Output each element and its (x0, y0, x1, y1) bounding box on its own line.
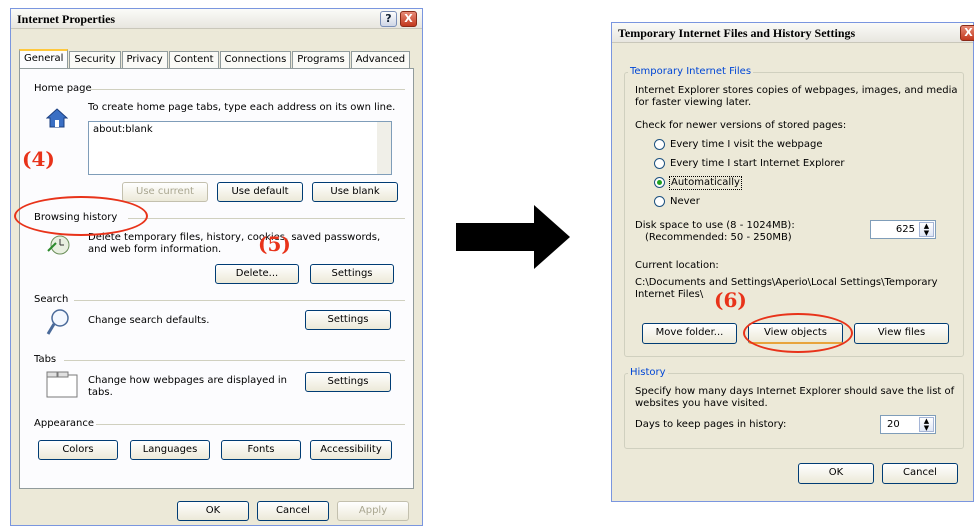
annotation-4: (4) (22, 147, 55, 171)
colors-button[interactable]: Colors (38, 440, 118, 460)
languages-button[interactable]: Languages (130, 440, 210, 460)
annotation-6: (6) (714, 288, 747, 312)
history-icon (46, 233, 70, 257)
house-icon (45, 107, 69, 129)
history-settings-button[interactable]: Settings (310, 264, 394, 284)
history-legend: History (628, 367, 668, 378)
disk-space-value: 625 (895, 224, 915, 235)
divider (128, 218, 405, 219)
radio-every-visit-label[interactable]: Every time I visit the webpage (670, 139, 823, 151)
textarea-scrollbar[interactable] (377, 122, 391, 174)
home-page-desc: To create home page tabs, type each addr… (88, 102, 396, 113)
tabs-settings-button[interactable]: Settings (305, 372, 391, 392)
home-page-input[interactable]: about:blank (88, 121, 392, 175)
radio-every-start[interactable] (654, 158, 665, 169)
browsing-history-highlight (14, 196, 148, 236)
tab-programs[interactable]: Programs (292, 51, 350, 68)
view-objects-highlight (743, 313, 853, 353)
use-current-button[interactable]: Use current (122, 182, 208, 202)
days-label: Days to keep pages in history: (635, 419, 787, 430)
radio-never[interactable] (654, 196, 665, 207)
window-title: Temporary Internet Files and History Set… (612, 23, 973, 43)
tabs-heading: Tabs (34, 354, 57, 365)
radio-never-label[interactable]: Never (670, 196, 700, 208)
appearance-heading: Appearance (34, 418, 95, 429)
browsing-history-desc: Delete temporary files, history, cookies… (88, 232, 381, 255)
general-panel: Home page To create home page tabs, type… (19, 68, 414, 489)
days-spinner[interactable]: 20 ▲ ▼ (880, 415, 936, 434)
home-page-value: about:blank (93, 124, 153, 135)
move-folder-button[interactable]: Move folder... (642, 323, 737, 344)
radio-automatically[interactable] (654, 177, 665, 188)
disk-space-label: Disk space to use (8 - 1024MB): (635, 220, 795, 231)
search-desc: Change search defaults. (88, 315, 210, 326)
window-title-text: Temporary Internet Files and History Set… (618, 26, 856, 40)
ok-button[interactable]: OK (798, 463, 874, 484)
tab-advanced[interactable]: Advanced (350, 51, 411, 68)
search-icon (46, 307, 72, 337)
tab-general[interactable]: General (19, 49, 69, 68)
search-settings-button[interactable]: Settings (305, 310, 391, 330)
fonts-button[interactable]: Fonts (221, 440, 301, 460)
divider (64, 360, 405, 361)
help-button[interactable]: ? (380, 11, 397, 27)
search-heading: Search (34, 294, 69, 305)
annotation-5: (5) (258, 232, 291, 256)
tab-connections[interactable]: Connections (219, 51, 292, 68)
tab-content[interactable]: Content (168, 51, 219, 68)
disk-space-recommended: (Recommended: 50 - 250MB) (645, 232, 792, 243)
tab-strip: General Security Privacy Content Connect… (19, 49, 411, 68)
accessibility-button[interactable]: Accessibility (310, 440, 392, 460)
view-files-button[interactable]: View files (854, 323, 949, 344)
cancel-button[interactable]: Cancel (882, 463, 958, 484)
use-default-button[interactable]: Use default (217, 182, 303, 202)
radio-automatically-label[interactable]: Automatically (669, 176, 742, 190)
radio-every-visit[interactable] (654, 139, 665, 150)
history-group (624, 373, 964, 449)
close-button[interactable]: X (960, 25, 974, 41)
days-value: 20 (887, 419, 900, 430)
ok-button[interactable]: OK (177, 501, 249, 521)
window-title-text: Internet Properties (17, 12, 116, 26)
radio-every-start-label[interactable]: Every time I start Internet Explorer (670, 158, 845, 170)
spinner-arrows-icon[interactable]: ▲ ▼ (919, 222, 934, 237)
use-blank-button[interactable]: Use blank (312, 182, 398, 202)
tif-settings-window: Temporary Internet Files and History Set… (611, 22, 974, 502)
tabs-icon (46, 371, 78, 399)
tif-desc: Internet Explorer stores copies of webpa… (635, 85, 958, 108)
close-button[interactable]: X (400, 11, 417, 27)
disk-space-spinner[interactable]: 625 ▲ ▼ (870, 220, 936, 239)
tab-privacy[interactable]: Privacy (121, 51, 168, 68)
spinner-arrows-icon[interactable]: ▲ ▼ (919, 417, 934, 432)
history-desc: Specify how many days Internet Explorer … (635, 386, 955, 409)
location-label: Current location: (635, 260, 719, 271)
divider (96, 424, 405, 425)
right-arrow-icon (456, 205, 570, 269)
tabs-desc: Change how webpages are displayed in tab… (88, 375, 287, 398)
divider (74, 300, 405, 301)
internet-properties-window: Internet Properties ? X General Security… (10, 8, 423, 526)
cancel-button[interactable]: Cancel (257, 501, 329, 521)
check-label: Check for newer versions of stored pages… (635, 120, 847, 131)
tab-security[interactable]: Security (69, 51, 121, 68)
home-page-heading: Home page (34, 83, 92, 94)
location-value: C:\Documents and Settings\Aperio\Local S… (635, 277, 938, 300)
tif-legend: Temporary Internet Files (628, 66, 754, 77)
delete-button[interactable]: Delete... (215, 264, 299, 284)
apply-button[interactable]: Apply (337, 501, 409, 521)
window-title: Internet Properties (11, 9, 422, 29)
divider (90, 89, 405, 90)
